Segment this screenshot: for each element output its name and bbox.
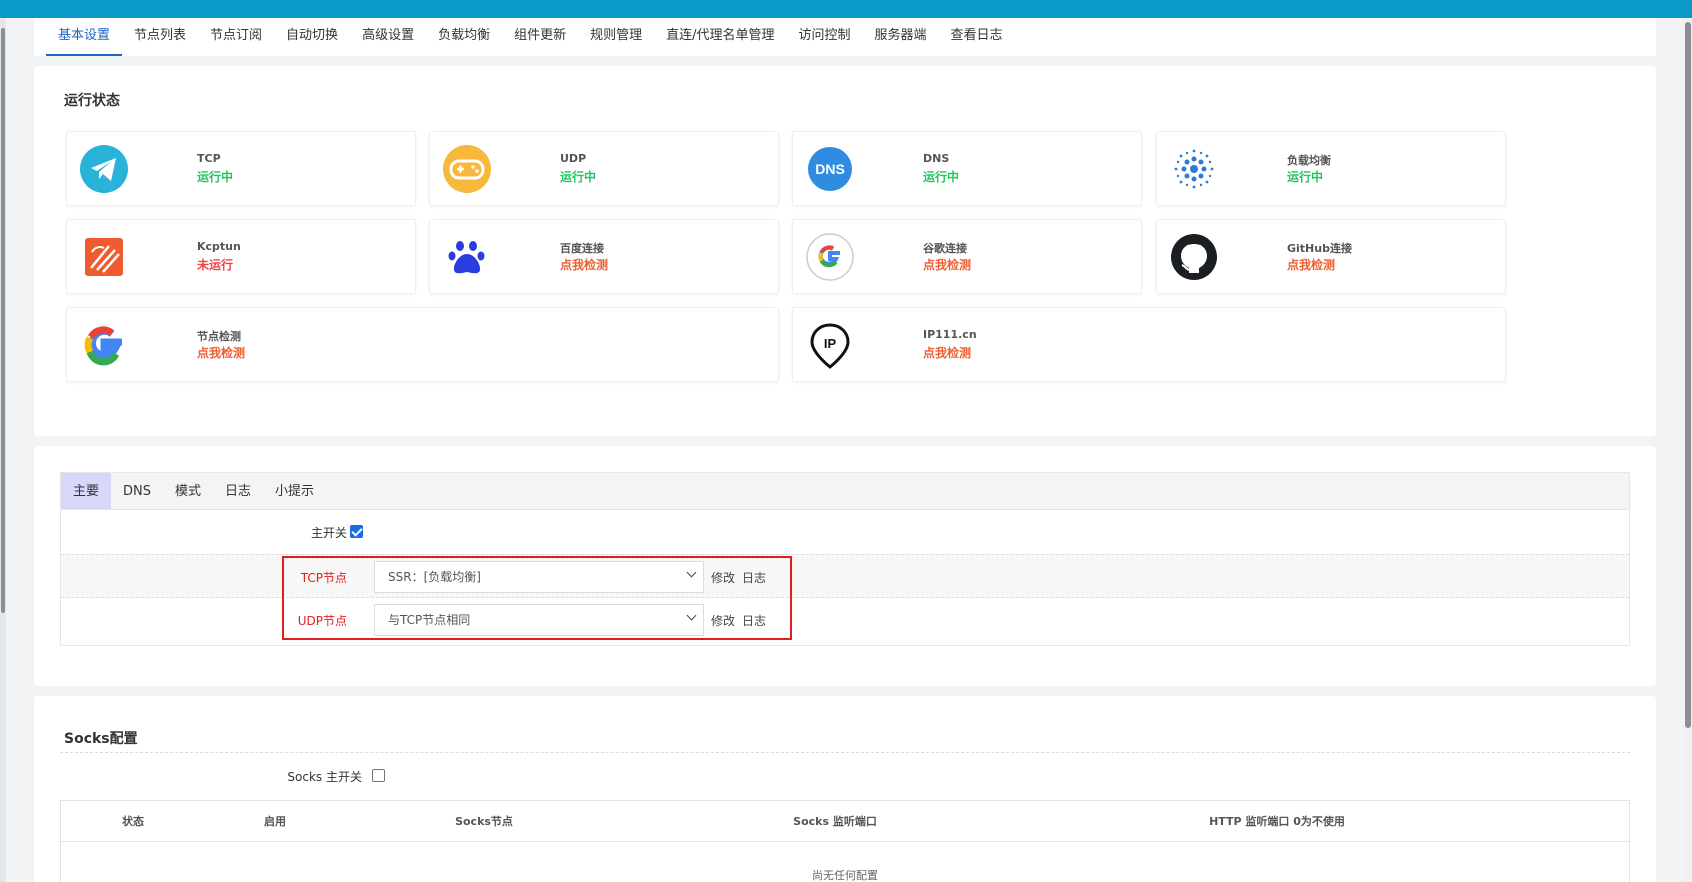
left-scrollbar-thumb[interactable]: [1, 28, 5, 613]
status-value: 运行中: [923, 170, 960, 184]
status-tile-github: GitHub连接 点我检测: [1156, 219, 1506, 294]
master-switch-row: 主开关: [61, 510, 1629, 554]
tab-dns[interactable]: DNS: [111, 473, 163, 509]
status-label: 百度连接: [560, 242, 604, 255]
dns-icon: DNS: [808, 147, 852, 191]
github-icon: [1171, 234, 1217, 280]
top-header-bar: [0, 0, 1692, 18]
tab-log[interactable]: 日志: [213, 473, 263, 509]
status-tile-tcp: TCP 运行中: [66, 131, 416, 206]
column-header-socks-port: Socks 监听端口: [793, 815, 877, 828]
column-header-enabled: 启用: [264, 815, 286, 828]
check-baidu-link[interactable]: 点我检测: [560, 256, 608, 273]
google-icon: [84, 326, 122, 366]
status-value: 运行中: [197, 170, 234, 184]
status-value: 运行中: [560, 170, 597, 184]
page-scrollbar[interactable]: [1684, 18, 1692, 882]
main-settings-panel: 主要 DNS 模式 日志 小提示 主开关 TCP节点 SSR：[负载均衡] 修改…: [34, 446, 1656, 686]
running-status-title: 运行状态: [64, 93, 120, 109]
status-value: 未运行: [197, 258, 234, 272]
column-header-http-port: HTTP 监听端口 0为不使用: [1209, 815, 1345, 828]
page-scrollbar-thumb[interactable]: [1685, 22, 1691, 728]
status-value: 运行中: [1287, 170, 1324, 184]
nav-tab-view-log[interactable]: 查看日志: [939, 18, 1015, 56]
check-github-link[interactable]: 点我检测: [1287, 256, 1335, 273]
nav-tab-access-control[interactable]: 访问控制: [787, 18, 863, 56]
baidu-paw-icon: [448, 241, 485, 274]
status-tile-dns: DNS DNS 运行中: [792, 131, 1142, 206]
nav-tab-basic-settings[interactable]: 基本设置: [46, 18, 123, 56]
google-icon: [806, 233, 854, 281]
socks-config-title: Socks配置: [64, 731, 138, 747]
nav-tab-rule-manage[interactable]: 规则管理: [578, 18, 654, 56]
status-label: 节点检测: [197, 330, 241, 343]
nav-tab-server[interactable]: 服务器端: [863, 18, 939, 56]
socks-master-switch-label: Socks 主开关: [287, 770, 362, 784]
tab-tips[interactable]: 小提示: [263, 473, 326, 509]
nav-tab-load-balance[interactable]: 负载均衡: [426, 18, 502, 56]
status-label: GitHub连接: [1287, 242, 1352, 255]
check-google-link[interactable]: 点我检测: [923, 256, 971, 273]
running-status-panel: 运行状态 TCP 运行中 UDP 运行中 DNS DNS 运行中 负载均衡 运行…: [34, 66, 1656, 436]
status-tile-google: 谷歌连接 点我检测: [792, 219, 1142, 294]
nav-tab-component-update[interactable]: 组件更新: [502, 18, 578, 56]
socks-config-panel: Socks配置 Socks 主开关 状态 启用 Socks节点 Socks 监听…: [34, 696, 1656, 882]
status-label: 负载均衡: [1287, 154, 1331, 167]
svg-text:DNS: DNS: [815, 161, 845, 177]
status-tile-udp: UDP 运行中: [429, 131, 779, 206]
status-label: Kcptun: [197, 240, 241, 253]
main-settings-tabs: 主要 DNS 模式 日志 小提示: [60, 472, 1630, 510]
socks-table: 状态 启用 Socks节点 Socks 监听端口 HTTP 监听端口 0为不使用…: [60, 800, 1630, 882]
status-label: IP111.cn: [923, 328, 977, 341]
status-tile-load-balance: 负载均衡 运行中: [1156, 131, 1506, 206]
nav-tab-direct-proxy-list[interactable]: 直连/代理名单管理: [654, 18, 786, 56]
ip-pin-icon: IP: [810, 323, 850, 369]
status-label: DNS: [923, 152, 950, 165]
svg-text:IP: IP: [824, 336, 837, 351]
empty-table-message: 尚无任何配置: [812, 869, 878, 882]
telegram-icon: [80, 145, 128, 193]
check-node-link[interactable]: 点我检测: [197, 344, 245, 361]
highlight-box-annotation: [282, 556, 792, 640]
load-balance-icon: [1174, 149, 1214, 189]
divider: [60, 752, 1630, 753]
left-scrollbar[interactable]: [0, 18, 6, 882]
gamepad-icon: [443, 145, 491, 193]
column-header-socks-node: Socks节点: [455, 815, 513, 828]
status-tile-ip111: IP IP111.cn 点我检测: [792, 307, 1506, 382]
tab-main[interactable]: 主要: [61, 473, 112, 509]
master-switch-label: 主开关: [310, 526, 347, 540]
status-tile-node-check: 节点检测 点我检测: [66, 307, 779, 382]
nav-tab-auto-switch[interactable]: 自动切换: [274, 18, 350, 56]
divider: [61, 841, 1629, 842]
status-label: 谷歌连接: [923, 242, 967, 255]
check-ip111-link[interactable]: 点我检测: [923, 344, 971, 361]
status-label: TCP: [197, 152, 221, 165]
master-switch-checkbox[interactable]: [350, 525, 363, 538]
settings-nav-tabs: 基本设置 节点列表 节点订阅 自动切换 高级设置 负载均衡 组件更新 规则管理 …: [34, 18, 1656, 56]
tab-mode[interactable]: 模式: [163, 473, 213, 509]
kcptun-icon: [85, 238, 123, 276]
column-header-status: 状态: [122, 815, 144, 828]
nav-tab-node-list[interactable]: 节点列表: [122, 18, 198, 56]
status-label: UDP: [560, 152, 587, 165]
nav-tab-node-subscribe[interactable]: 节点订阅: [198, 18, 274, 56]
status-tile-kcptun: Kcptun 未运行: [66, 219, 416, 294]
status-tile-baidu: 百度连接 点我检测: [429, 219, 779, 294]
socks-master-switch-checkbox[interactable]: [372, 769, 385, 782]
nav-tab-advanced[interactable]: 高级设置: [350, 18, 426, 56]
